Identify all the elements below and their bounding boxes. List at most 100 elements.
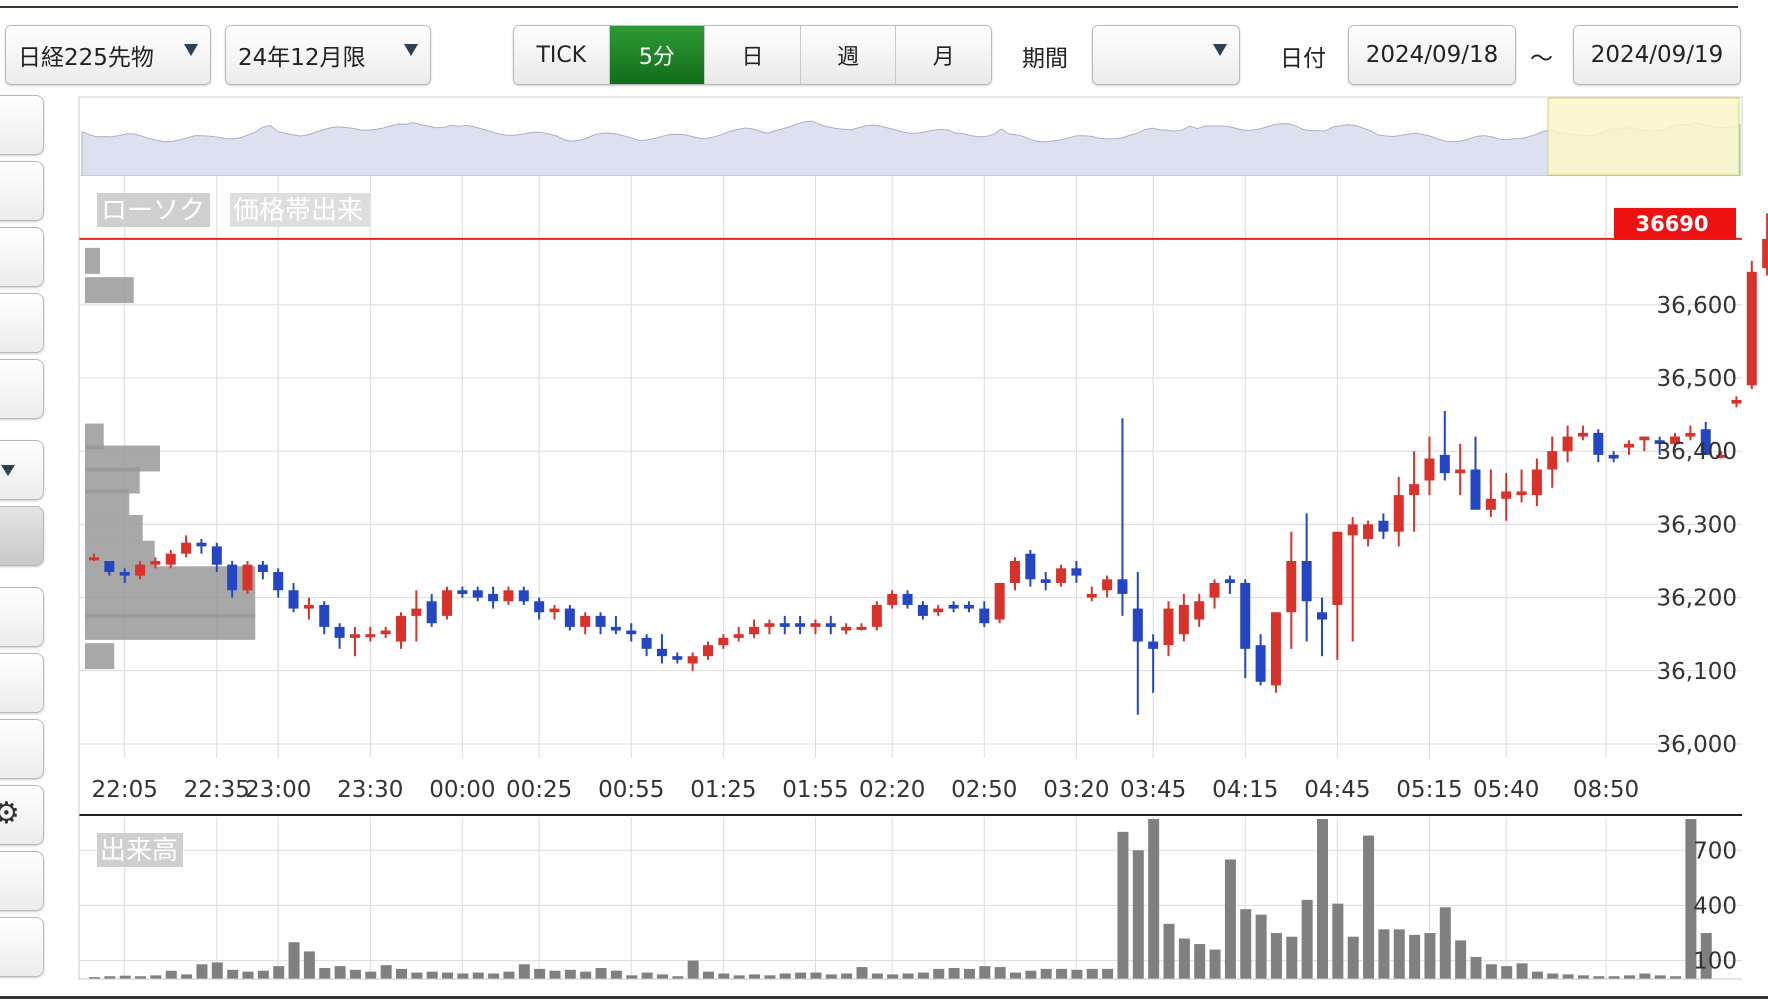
time-tick-label: 23:00: [245, 777, 311, 803]
candle-body: [672, 656, 683, 660]
tag-volume[interactable]: 出来高: [97, 833, 183, 867]
candle-body: [1117, 579, 1128, 594]
volume-bar: [733, 975, 745, 979]
candle-body: [1148, 641, 1159, 649]
candle-body: [718, 637, 729, 646]
tag-candlestick[interactable]: ローソク: [97, 193, 210, 227]
volume-bar: [1562, 974, 1574, 979]
candle-body: [871, 604, 882, 627]
volume-bar: [1148, 819, 1160, 979]
volume-bar: [580, 971, 592, 979]
candle-body: [963, 604, 974, 609]
volume-bar: [181, 974, 193, 979]
time-tick-label: 02:20: [859, 777, 925, 803]
volume-bar: [1409, 934, 1421, 979]
candle-body: [580, 615, 591, 627]
volume-bar: [841, 973, 853, 979]
candle-body: [503, 590, 514, 602]
candle-body: [887, 593, 898, 605]
candle-body: [1516, 491, 1527, 496]
candle-body: [89, 557, 99, 561]
candle-body: [1577, 432, 1588, 437]
time-tick-label: 23:30: [337, 777, 403, 803]
candle-body: [227, 564, 238, 591]
tag-candlestick-label: ローソク: [101, 196, 205, 226]
price-tick-label: 36,000: [1657, 732, 1737, 758]
volume-bar: [457, 973, 469, 979]
time-tick-label: 22:35: [184, 777, 250, 803]
volume-bar: [242, 971, 254, 979]
price-band-bar: [85, 515, 143, 542]
volume-bar: [549, 970, 561, 979]
candle-body: [1209, 582, 1220, 598]
candle-body: [1470, 469, 1481, 510]
candle-body: [1086, 593, 1097, 598]
tag-price-band-volume[interactable]: 価格帯出来: [230, 193, 370, 227]
price-band-bar: [85, 247, 100, 274]
volume-bar: [948, 967, 960, 979]
candle-body: [334, 626, 345, 638]
volume-bar: [856, 967, 868, 979]
volume-bar: [503, 971, 515, 979]
volume-bar: [1255, 914, 1267, 979]
time-tick-label: 01:25: [690, 777, 756, 803]
candle-body: [1224, 579, 1235, 583]
candle-body: [1102, 579, 1113, 591]
volume-bar: [349, 969, 361, 979]
candle-body: [150, 561, 161, 565]
volume-bar: [1501, 966, 1513, 979]
volume-bar: [1270, 933, 1282, 979]
candle-body: [1624, 443, 1634, 448]
volume-bar: [626, 975, 638, 979]
candle-body: [656, 648, 667, 657]
candle-body: [1547, 451, 1558, 470]
volume-bar: [1317, 819, 1328, 979]
volume-bar: [1378, 929, 1390, 979]
candle-body: [1746, 271, 1757, 386]
candle-body: [841, 626, 852, 631]
candle-body: [457, 590, 468, 594]
candle-body: [933, 608, 944, 613]
volume-bar: [1393, 929, 1405, 979]
volume-bar: [795, 972, 807, 979]
candle-body: [856, 626, 867, 630]
time-tick-label: 04:45: [1304, 777, 1370, 803]
bottom-divider: [0, 996, 1768, 999]
candle-body: [380, 630, 391, 635]
volume-bar: [779, 973, 791, 979]
volume-bar: [595, 967, 607, 979]
time-tick-label: 22:05: [92, 777, 158, 803]
candle-body: [1025, 553, 1036, 580]
volume-bar: [917, 972, 929, 979]
time-tick-label: 04:15: [1212, 777, 1278, 803]
candle-body: [749, 626, 760, 635]
volume-bar: [1178, 938, 1190, 979]
candle-body: [196, 542, 207, 547]
navigator-highlight[interactable]: [1547, 97, 1740, 176]
candle-body: [1332, 531, 1343, 605]
volume-bar: [1332, 903, 1344, 979]
volume-bar: [1056, 968, 1068, 979]
candle-body: [1178, 604, 1189, 635]
candle-body: [1132, 608, 1143, 642]
candle-body: [948, 604, 959, 609]
candle-body: [779, 623, 790, 627]
volume-bar: [257, 970, 269, 979]
volume-tick-label: 100: [1693, 949, 1737, 975]
candle-body: [1393, 495, 1404, 532]
candle-body: [1639, 436, 1650, 441]
candle-body: [242, 564, 253, 591]
volume-bar: [979, 966, 991, 979]
candle-body: [319, 604, 330, 627]
candle-body: [641, 637, 652, 649]
volume-bar: [380, 965, 392, 979]
volume-bar: [749, 974, 761, 979]
price-chart[interactable]: 36,000 36,100 36,200 36,300 36,400 36,500 36,6…: [0, 0, 1768, 1000]
candle-body: [1455, 469, 1466, 474]
candle-body: [1071, 568, 1082, 576]
price-band-bar: [85, 277, 134, 304]
volume-bar: [303, 951, 315, 979]
volume-bar: [442, 972, 454, 979]
volume-bar: [334, 966, 346, 979]
time-tick-label: 00:00: [429, 777, 495, 803]
